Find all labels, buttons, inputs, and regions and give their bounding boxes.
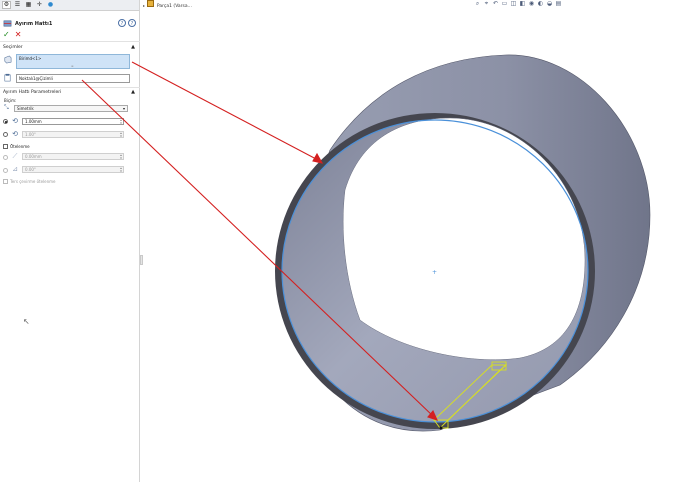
origin-icon: +	[432, 269, 437, 276]
graphics-area[interactable]: +	[0, 0, 694, 482]
sketch-point	[439, 426, 443, 430]
